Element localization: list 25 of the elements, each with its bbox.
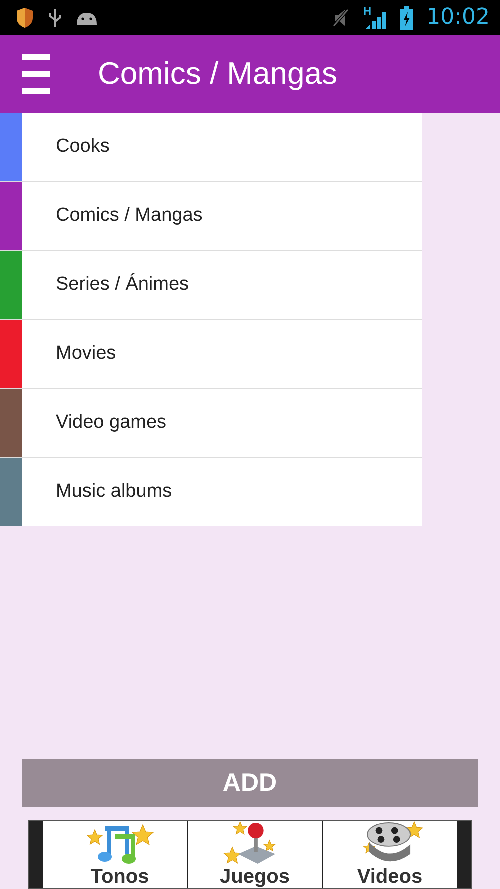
ad-label: Videos — [357, 866, 423, 888]
category-item[interactable]: Music albums — [0, 458, 422, 526]
screen-title: Comics / Mangas — [98, 56, 338, 92]
muted-speaker-icon — [332, 8, 350, 28]
ad-label: Juegos — [220, 866, 290, 888]
category-item[interactable]: Comics / Mangas — [0, 182, 422, 251]
category-label: Video games — [56, 412, 167, 434]
category-item[interactable]: Video games — [0, 389, 422, 458]
music-notes-icon — [85, 822, 155, 866]
status-time: 10:02 — [426, 5, 490, 30]
category-item[interactable]: Movies — [0, 320, 422, 389]
battery-icon — [400, 6, 413, 30]
signal-icon — [364, 6, 386, 30]
category-label: Series / Ánimes — [56, 274, 190, 296]
category-item[interactable]: Series / Ánimes — [0, 251, 422, 320]
shield-icon — [16, 6, 34, 28]
category-label: Comics / Mangas — [56, 205, 203, 227]
ad-label: Tonos — [90, 866, 150, 888]
category-label: Movies — [56, 343, 116, 365]
usb-icon — [48, 8, 62, 28]
ad-banner[interactable]: Tonos Juegos Videos — [28, 820, 472, 889]
category-label: Music albums — [56, 481, 172, 503]
menu-icon[interactable] — [22, 54, 50, 94]
category-label: Cooks — [56, 136, 110, 158]
category-item[interactable]: Cooks — [0, 113, 422, 182]
